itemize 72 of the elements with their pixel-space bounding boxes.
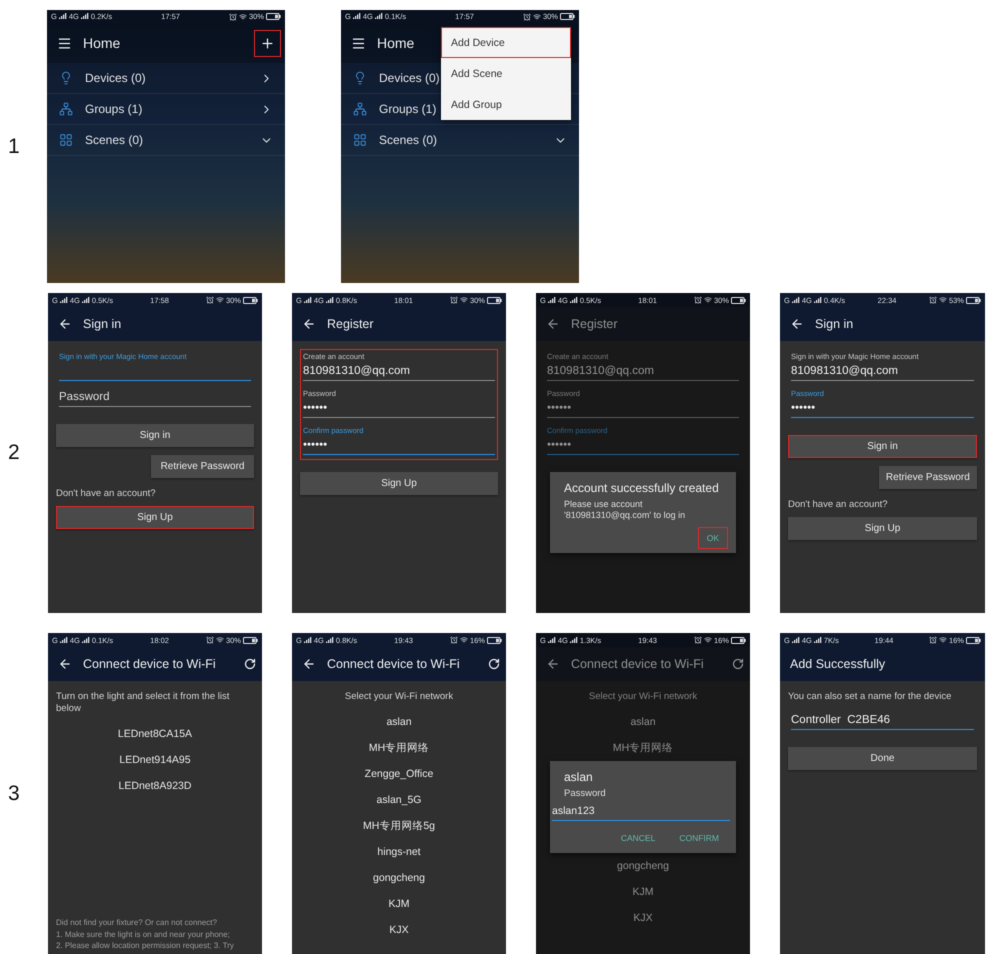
screen-title: Connect device to Wi-Fi <box>571 657 704 671</box>
screen-title: Home <box>377 35 414 51</box>
screen-title: Add Successfully <box>790 657 886 671</box>
instruction-text: Don't have an account? <box>56 488 157 500</box>
input-field[interactable]: 810981310@qq.com <box>303 363 495 381</box>
action-button[interactable]: Done <box>788 746 977 770</box>
list-item[interactable]: MH专用网络 <box>544 734 742 761</box>
input-field[interactable]: 810981310@qq.com <box>791 363 974 381</box>
action-button[interactable]: Sign Up <box>300 472 498 495</box>
list-item[interactable]: aslan_5G <box>300 786 498 813</box>
list-item[interactable]: Zengge_Office <box>300 760 498 787</box>
action-button[interactable]: Sign Up <box>788 516 977 540</box>
nav-label[interactable]: Scenes (0) <box>85 133 144 147</box>
list-item[interactable]: aslan <box>300 708 498 735</box>
row-number: 3 <box>8 782 20 806</box>
input-field[interactable]: •••••• <box>547 400 739 418</box>
input-field[interactable]: •••••• <box>303 437 495 455</box>
instruction-text: Select your Wi-Fi network <box>588 691 698 703</box>
action-button[interactable]: Sign in <box>788 435 977 458</box>
nav-label[interactable]: Devices (0) <box>379 71 440 85</box>
list-item[interactable]: aslan <box>544 708 742 735</box>
dialog-button[interactable]: OK <box>698 526 728 549</box>
dialog-button[interactable]: CANCEL <box>612 827 664 850</box>
menu-item[interactable]: Add Device <box>441 27 571 58</box>
action-button[interactable]: Sign Up <box>56 506 254 529</box>
instruction-text: Don't have an account? <box>788 499 889 511</box>
list-item[interactable]: LEDnet914A95 <box>56 746 254 773</box>
screen-title: Connect device to Wi-Fi <box>83 657 216 671</box>
list-item[interactable]: KJX <box>300 916 498 943</box>
row-number: 1 <box>8 134 20 158</box>
instruction-text: Select your Wi-Fi network <box>344 691 454 703</box>
screen-title: Sign in <box>815 317 854 331</box>
input-field[interactable]: •••••• <box>791 400 974 418</box>
nav-label[interactable]: Devices (0) <box>85 71 146 85</box>
dialog-title: Account successfully created <box>564 481 720 495</box>
list-item[interactable]: gongcheng <box>300 864 498 891</box>
help-text: Did not find your fixture? Or can not connect? 1. Make sure the light is on and near your phone; 2. Please allow location permission request; 3. Try <box>56 917 235 952</box>
menu-item[interactable]: Add Scene <box>441 58 571 89</box>
action-button[interactable]: Sign in <box>56 424 254 447</box>
input-field[interactable]: 810981310@qq.com <box>547 363 739 381</box>
screen-title: Home <box>83 35 120 51</box>
list-item[interactable]: KJM <box>544 879 742 906</box>
screen-title: Register <box>571 317 618 331</box>
input-field[interactable]: Password <box>59 389 251 407</box>
list-item[interactable]: gongcheng <box>544 853 742 880</box>
nav-label[interactable]: Scenes (0) <box>379 133 438 147</box>
list-item[interactable]: MH专用网络5g <box>300 812 498 839</box>
screen-title: Connect device to Wi-Fi <box>327 657 460 671</box>
menu-item[interactable]: Add Group <box>441 89 571 120</box>
retrieve-button[interactable]: Retrieve Password <box>878 466 977 489</box>
input-field[interactable]: aslan123 <box>552 803 730 822</box>
dialog-title: aslan <box>564 770 594 784</box>
nav-label[interactable]: Groups (1) <box>379 102 436 116</box>
dialog-message: Please use account '810981310@qq.com' to log in <box>564 499 686 521</box>
list-item[interactable]: KJM <box>300 890 498 917</box>
input-field[interactable]: •••••• <box>547 437 739 455</box>
list-item[interactable]: LEDnet8CA15A <box>56 720 254 747</box>
list-item[interactable]: KJX <box>544 905 742 932</box>
list-item[interactable]: MH专用网络 <box>300 734 498 761</box>
instruction-text: You can also set a name for the device <box>788 691 952 703</box>
input-field[interactable]: •••••• <box>303 400 495 418</box>
screen-title: Sign in <box>83 317 122 331</box>
field-label: Password <box>564 788 607 800</box>
row-number: 2 <box>8 441 20 465</box>
screen-title: Register <box>327 317 374 331</box>
dialog-button[interactable]: CONFIRM <box>670 827 728 850</box>
list-item[interactable]: hings-net <box>300 838 498 865</box>
nav-label[interactable]: Groups (1) <box>85 102 142 116</box>
input-field[interactable]: Controller C2BE46 <box>791 712 974 730</box>
instruction-text: Turn on the light and select it from the list below <box>56 691 230 715</box>
retrieve-button[interactable]: Retrieve Password <box>151 455 254 478</box>
list-item[interactable]: LEDnet8A923D <box>56 772 254 799</box>
